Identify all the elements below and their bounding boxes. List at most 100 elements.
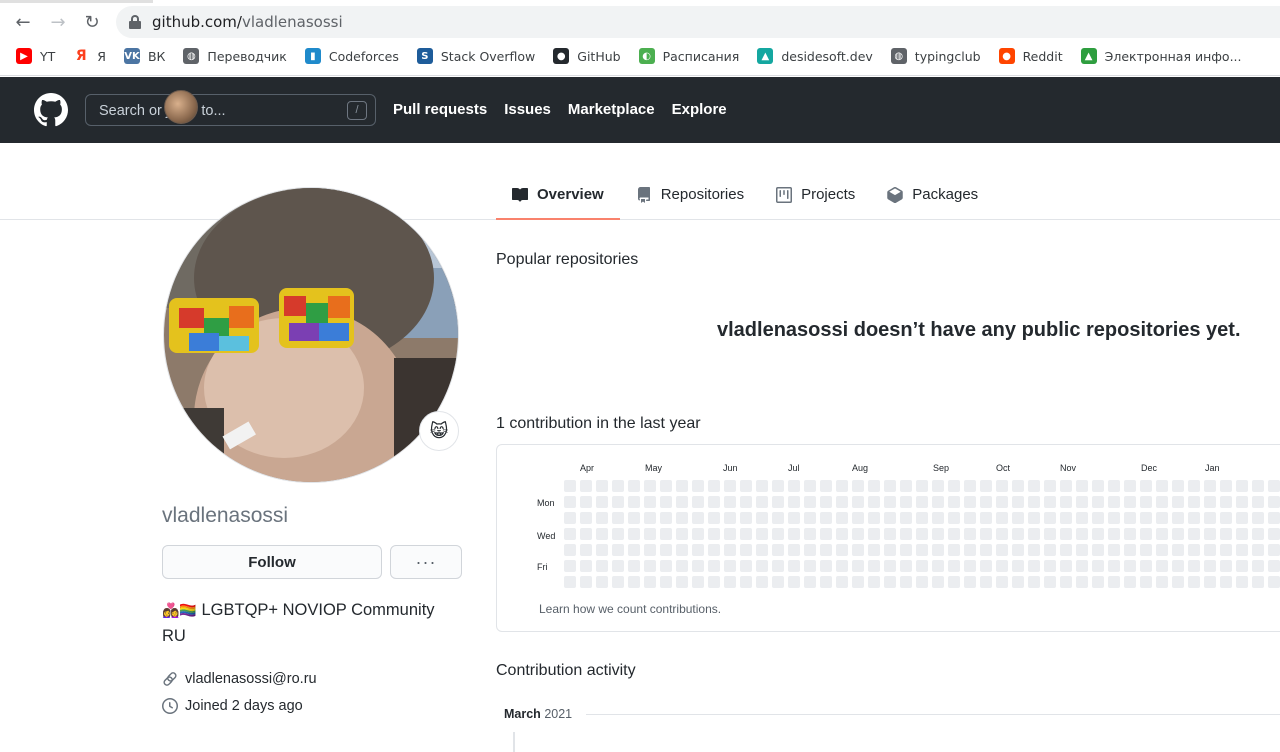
contribution-day-cell[interactable] (788, 528, 800, 540)
contribution-day-cell[interactable] (644, 560, 656, 572)
contribution-day-cell[interactable] (1172, 560, 1184, 572)
contribution-day-cell[interactable] (1012, 480, 1024, 492)
contribution-day-cell[interactable] (948, 544, 960, 556)
contribution-day-cell[interactable] (692, 528, 704, 540)
contribution-day-cell[interactable] (660, 496, 672, 508)
contribution-day-cell[interactable] (948, 528, 960, 540)
bookmark-item[interactable]: S Stack Overflow (416, 48, 535, 64)
contribution-day-cell[interactable] (1188, 480, 1200, 492)
contribution-day-cell[interactable] (740, 576, 752, 588)
contribution-day-cell[interactable] (1092, 560, 1104, 572)
contribution-day-cell[interactable] (612, 512, 624, 524)
contribution-day-cell[interactable] (836, 544, 848, 556)
contribution-day-cell[interactable] (660, 576, 672, 588)
contribution-day-cell[interactable] (1236, 528, 1248, 540)
contribution-day-cell[interactable] (996, 528, 1008, 540)
follow-button[interactable]: Follow (162, 545, 382, 579)
bookmark-item[interactable]: ▲ desidesoft.dev (757, 48, 873, 64)
contribution-day-cell[interactable] (1204, 496, 1216, 508)
contribution-day-cell[interactable] (740, 560, 752, 572)
contribution-day-cell[interactable] (964, 528, 976, 540)
contribution-day-cell[interactable] (644, 576, 656, 588)
bookmark-item[interactable]: ● Reddit (998, 48, 1063, 64)
reload-icon[interactable]: ↻ (80, 10, 104, 34)
contribution-day-cell[interactable] (596, 576, 608, 588)
contribution-day-cell[interactable] (1140, 576, 1152, 588)
contribution-day-cell[interactable] (724, 480, 736, 492)
contribution-day-cell[interactable] (564, 576, 576, 588)
contribution-day-cell[interactable] (1268, 544, 1280, 556)
contribution-day-cell[interactable] (1060, 576, 1072, 588)
contribution-day-cell[interactable] (900, 576, 912, 588)
contribution-day-cell[interactable] (1108, 544, 1120, 556)
contribution-day-cell[interactable] (804, 512, 816, 524)
contribution-day-cell[interactable] (708, 560, 720, 572)
contribution-day-cell[interactable] (996, 512, 1008, 524)
contribution-day-cell[interactable] (948, 560, 960, 572)
contribution-day-cell[interactable] (756, 480, 768, 492)
contribution-day-cell[interactable] (1028, 480, 1040, 492)
contribution-day-cell[interactable] (868, 528, 880, 540)
back-arrow-icon[interactable]: ← (11, 10, 35, 34)
contribution-day-cell[interactable] (948, 576, 960, 588)
contribution-day-cell[interactable] (676, 576, 688, 588)
contribution-day-cell[interactable] (1140, 512, 1152, 524)
contribution-day-cell[interactable] (1044, 528, 1056, 540)
email-link[interactable]: vladlenasossi@ro.ru (185, 671, 317, 687)
contribution-day-cell[interactable] (1172, 480, 1184, 492)
contribution-day-cell[interactable] (1044, 560, 1056, 572)
contribution-day-cell[interactable] (1268, 576, 1280, 588)
contribution-day-cell[interactable] (660, 512, 672, 524)
contribution-day-cell[interactable] (564, 496, 576, 508)
contribution-day-cell[interactable] (1188, 544, 1200, 556)
contribution-day-cell[interactable] (916, 496, 928, 508)
contribution-day-cell[interactable] (1236, 544, 1248, 556)
contribution-day-cell[interactable] (676, 512, 688, 524)
contribution-day-cell[interactable] (564, 528, 576, 540)
contribution-day-cell[interactable] (916, 576, 928, 588)
contribution-day-cell[interactable] (932, 512, 944, 524)
contribution-day-cell[interactable] (964, 512, 976, 524)
contribution-day-cell[interactable] (1236, 560, 1248, 572)
contribution-day-cell[interactable] (1108, 560, 1120, 572)
contribution-day-cell[interactable] (1028, 560, 1040, 572)
contribution-day-cell[interactable] (1044, 544, 1056, 556)
tab-packages[interactable]: Packages (871, 170, 994, 219)
contribution-day-cell[interactable] (644, 496, 656, 508)
contribution-day-cell[interactable] (628, 560, 640, 572)
contribution-day-cell[interactable] (676, 544, 688, 556)
contribution-day-cell[interactable] (596, 496, 608, 508)
contribution-day-cell[interactable] (628, 544, 640, 556)
contribution-day-cell[interactable] (1188, 496, 1200, 508)
contribution-day-cell[interactable] (964, 576, 976, 588)
contribution-day-cell[interactable] (964, 480, 976, 492)
bookmark-item[interactable]: ▮ Codeforces (304, 48, 399, 64)
bookmark-item[interactable]: ▶ YT (16, 48, 55, 64)
contribution-day-cell[interactable] (564, 544, 576, 556)
contribution-day-cell[interactable] (836, 512, 848, 524)
contribution-day-cell[interactable] (852, 528, 864, 540)
contribution-day-cell[interactable] (1092, 544, 1104, 556)
address-bar[interactable]: github.com/vladlenasossi (116, 6, 1280, 38)
contribution-day-cell[interactable] (1140, 560, 1152, 572)
contribution-day-cell[interactable] (964, 560, 976, 572)
bookmark-item[interactable]: ● GitHub (553, 48, 621, 64)
contribution-day-cell[interactable] (756, 576, 768, 588)
contribution-day-cell[interactable] (612, 576, 624, 588)
contribution-day-cell[interactable] (1252, 480, 1264, 492)
contribution-day-cell[interactable] (772, 496, 784, 508)
contribution-day-cell[interactable] (628, 496, 640, 508)
contribution-day-cell[interactable] (916, 528, 928, 540)
contribution-day-cell[interactable] (756, 544, 768, 556)
contribution-day-cell[interactable] (724, 560, 736, 572)
nav-pull-requests[interactable]: Pull requests (393, 101, 487, 118)
contribution-day-cell[interactable] (1268, 480, 1280, 492)
contribution-day-cell[interactable] (852, 480, 864, 492)
contribution-day-cell[interactable] (948, 496, 960, 508)
contribution-day-cell[interactable] (1028, 512, 1040, 524)
contribution-day-cell[interactable] (980, 496, 992, 508)
contribution-day-cell[interactable] (980, 560, 992, 572)
contribution-day-cell[interactable] (836, 496, 848, 508)
bookmark-item[interactable]: ▲ Электронная инфо... (1080, 48, 1242, 64)
contribution-day-cell[interactable] (932, 544, 944, 556)
